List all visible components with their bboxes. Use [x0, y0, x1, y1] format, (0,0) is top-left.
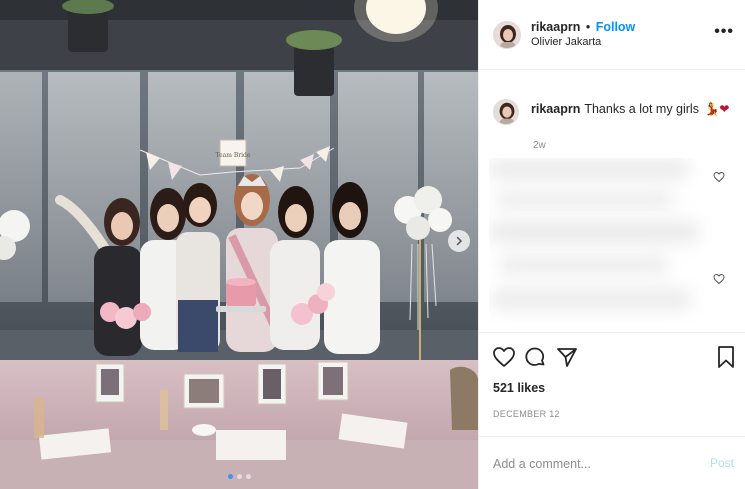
comment-bubble-icon[interactable] — [523, 345, 547, 369]
follow-button[interactable]: Follow — [596, 20, 636, 34]
post-actions: 521 likes DECEMBER 12 — [479, 332, 745, 436]
more-options-icon: ••• — [714, 23, 734, 40]
team-bride-sign: Team Bride — [216, 152, 251, 159]
caption-text: Thanks a lot my girls — [584, 102, 699, 116]
carousel-indicator — [0, 474, 478, 479]
carousel-dot — [245, 474, 251, 479]
like-heart-icon[interactable] — [492, 345, 516, 369]
carousel-dot — [236, 474, 242, 479]
comment-like-heart-icon[interactable] — [713, 273, 725, 285]
caption-username[interactable]: rikaaprn — [531, 102, 580, 116]
caption-emoji: 💃❤ — [704, 102, 730, 116]
post-header: rikaaprn • Follow Olivier Jakarta ••• — [479, 0, 745, 70]
caption-timestamp[interactable]: 2w — [533, 140, 546, 151]
save-bookmark-icon[interactable] — [715, 345, 737, 369]
share-paper-plane-icon[interactable] — [555, 345, 579, 369]
carousel-dot — [227, 474, 233, 479]
caption-comment: rikaaprn Thanks a lot my girls 💃❤ — [493, 99, 730, 125]
comment-form: Post — [479, 436, 745, 489]
profile-photo-icon — [494, 100, 518, 124]
separator-dot: • — [585, 20, 591, 34]
post-location[interactable]: Olivier Jakarta — [531, 35, 635, 50]
post-date[interactable]: DECEMBER 12 — [493, 409, 560, 419]
avatar[interactable] — [493, 20, 521, 49]
comment-like-heart-icon[interactable] — [713, 171, 725, 183]
blurred-comments — [489, 158, 714, 328]
carousel-next-button[interactable] — [448, 230, 470, 252]
post-photo[interactable]: Team Bride — [0, 0, 478, 489]
post-author-username[interactable]: rikaaprn — [531, 20, 580, 34]
avatar[interactable] — [493, 99, 519, 125]
party-photo: Team Bride — [0, 0, 478, 489]
likes-count[interactable]: 521 likes — [493, 381, 545, 395]
comment-input[interactable] — [493, 455, 693, 473]
more-options-button[interactable]: ••• — [714, 24, 734, 40]
profile-photo-icon — [494, 21, 520, 48]
post-comment-button[interactable]: Post — [710, 456, 734, 470]
comments-section: rikaaprn Thanks a lot my girls 💃❤ 2w — [479, 70, 745, 332]
chevron-right-icon — [456, 236, 463, 246]
post-details-panel: rikaaprn • Follow Olivier Jakarta ••• ri… — [478, 0, 745, 489]
